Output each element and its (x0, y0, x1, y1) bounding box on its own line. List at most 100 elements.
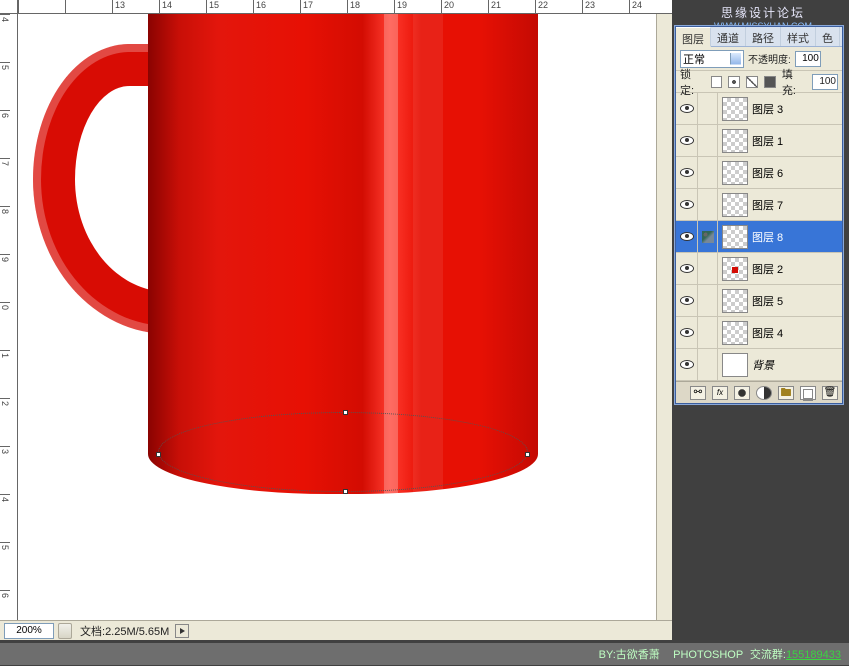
layer-edit-col[interactable] (698, 253, 718, 285)
statusbar-grip[interactable] (58, 623, 72, 639)
layer-visibility-toggle[interactable] (676, 157, 698, 189)
ruler-origin[interactable] (0, 0, 18, 14)
layer-visibility-toggle[interactable] (676, 285, 698, 317)
statusbar-flyout-button[interactable] (175, 624, 189, 638)
ruler-v-tick: 6 (0, 110, 10, 158)
ruler-vertical[interactable]: 4567890123456 (0, 14, 18, 620)
layer-visibility-toggle[interactable] (676, 349, 698, 381)
layer-visibility-toggle[interactable] (676, 221, 698, 253)
layer-visibility-toggle[interactable] (676, 253, 698, 285)
layer-edit-col[interactable] (698, 317, 718, 349)
adjustment-layer-icon[interactable] (756, 386, 772, 400)
credit-bar: BY:古欲香萧 PHOTOSHOP 交流群:155189433 (0, 643, 849, 665)
ruler-v-tick: 6 (0, 590, 10, 620)
ruler-v-tick: 4 (0, 14, 10, 62)
layer-edit-col[interactable] (698, 93, 718, 125)
layer-mask-icon[interactable] (734, 386, 750, 400)
eye-icon (680, 296, 694, 305)
layer-thumbnail[interactable] (722, 289, 748, 313)
layer-thumbnail[interactable] (722, 97, 748, 121)
lock-all-icon[interactable] (764, 76, 776, 88)
layer-thumbnail[interactable] (722, 321, 748, 345)
layer-name[interactable]: 图层 8 (752, 229, 783, 245)
scrollbar-vertical[interactable] (656, 14, 672, 620)
layer-row[interactable]: 图层 4 (676, 317, 842, 349)
link-layers-icon[interactable] (690, 386, 706, 400)
lock-pixels-icon[interactable] (728, 76, 740, 88)
layer-thumbnail[interactable] (722, 257, 748, 281)
ruler-v-tick: 5 (0, 62, 10, 110)
tab-layers[interactable]: 图层 (676, 27, 711, 47)
layer-row[interactable]: 图层 5 (676, 285, 842, 317)
layer-name[interactable]: 图层 2 (752, 261, 783, 277)
layer-thumbnail[interactable] (722, 353, 748, 377)
ruler-v-tick: 0 (0, 302, 10, 350)
ruler-h-tick: 16 (253, 0, 300, 14)
layer-group-icon[interactable] (778, 386, 794, 400)
tab-styles[interactable]: 样式 (781, 27, 816, 46)
ruler-h-tick: 20 (441, 0, 488, 14)
eye-icon (680, 200, 694, 209)
transform-selection-ellipse[interactable] (158, 412, 528, 492)
layer-edit-col[interactable] (698, 349, 718, 381)
ruler-h-tick: 17 (300, 0, 347, 14)
layer-name[interactable]: 图层 5 (752, 293, 783, 309)
layer-thumbnail[interactable] (722, 193, 748, 217)
layer-edit-col[interactable] (698, 125, 718, 157)
layer-visibility-toggle[interactable] (676, 189, 698, 221)
layer-name[interactable]: 图层 4 (752, 325, 783, 341)
tab-paths[interactable]: 路径 (746, 27, 781, 46)
layer-name[interactable]: 背景 (752, 357, 774, 373)
lock-position-icon[interactable] (746, 76, 758, 88)
eye-icon (680, 360, 694, 369)
layer-thumbnail[interactable] (722, 161, 748, 185)
transform-handle-left[interactable] (156, 452, 161, 457)
layer-visibility-toggle[interactable] (676, 125, 698, 157)
layer-row[interactable]: 背景 (676, 349, 842, 381)
fill-input[interactable]: 100 (812, 74, 838, 90)
ruler-horizontal[interactable]: 13141516171819202122232425 (18, 0, 672, 14)
credit-author: BY:古欲香萧 (599, 649, 660, 661)
layer-name[interactable]: 图层 7 (752, 197, 783, 213)
ruler-h-tick: 14 (159, 0, 206, 14)
credit-group-id[interactable]: 155189433 (786, 649, 841, 661)
layer-row[interactable]: 图层 6 (676, 157, 842, 189)
layer-edit-col[interactable] (698, 157, 718, 189)
layer-thumbnail[interactable] (722, 129, 748, 153)
status-bar: 200% 文档:2.25M/5.65M (0, 620, 672, 640)
layer-row[interactable]: 图层 7 (676, 189, 842, 221)
layer-row[interactable]: 图层 3 (676, 93, 842, 125)
layer-row[interactable]: 图层 2 (676, 253, 842, 285)
eye-icon (680, 328, 694, 337)
ruler-v-tick: 5 (0, 542, 10, 590)
layer-visibility-toggle[interactable] (676, 93, 698, 125)
layer-visibility-toggle[interactable] (676, 317, 698, 349)
brush-icon (702, 231, 714, 243)
layer-name[interactable]: 图层 3 (752, 101, 783, 117)
watermark-title: 思缘设计论坛 (677, 4, 849, 21)
transform-handle-top[interactable] (343, 410, 348, 415)
layer-edit-col[interactable] (698, 221, 718, 253)
transform-handle-bottom[interactable] (343, 489, 348, 494)
doc-size-label: 文档:2.25M/5.65M (80, 623, 169, 639)
layer-edit-col[interactable] (698, 189, 718, 221)
ruler-v-tick: 3 (0, 446, 10, 494)
credit-app: PHOTOSHOP (673, 649, 743, 661)
canvas[interactable] (18, 14, 672, 620)
layer-fx-icon[interactable] (712, 386, 728, 400)
layer-name[interactable]: 图层 6 (752, 165, 783, 181)
layer-edit-col[interactable] (698, 285, 718, 317)
tab-channels[interactable]: 通道 (711, 27, 746, 46)
zoom-input[interactable]: 200% (4, 623, 54, 639)
tab-color[interactable]: 色 (816, 27, 840, 46)
fill-label: 填充: (782, 66, 807, 98)
layer-row[interactable]: 图层 1 (676, 125, 842, 157)
layer-thumbnail[interactable] (722, 225, 748, 249)
opacity-input[interactable]: 100 (795, 51, 821, 67)
layer-name[interactable]: 图层 1 (752, 133, 783, 149)
new-layer-icon[interactable] (800, 386, 816, 400)
delete-layer-icon[interactable] (822, 386, 838, 400)
lock-transparent-icon[interactable] (711, 76, 723, 88)
transform-handle-right[interactable] (525, 452, 530, 457)
layer-row[interactable]: 图层 8 (676, 221, 842, 253)
